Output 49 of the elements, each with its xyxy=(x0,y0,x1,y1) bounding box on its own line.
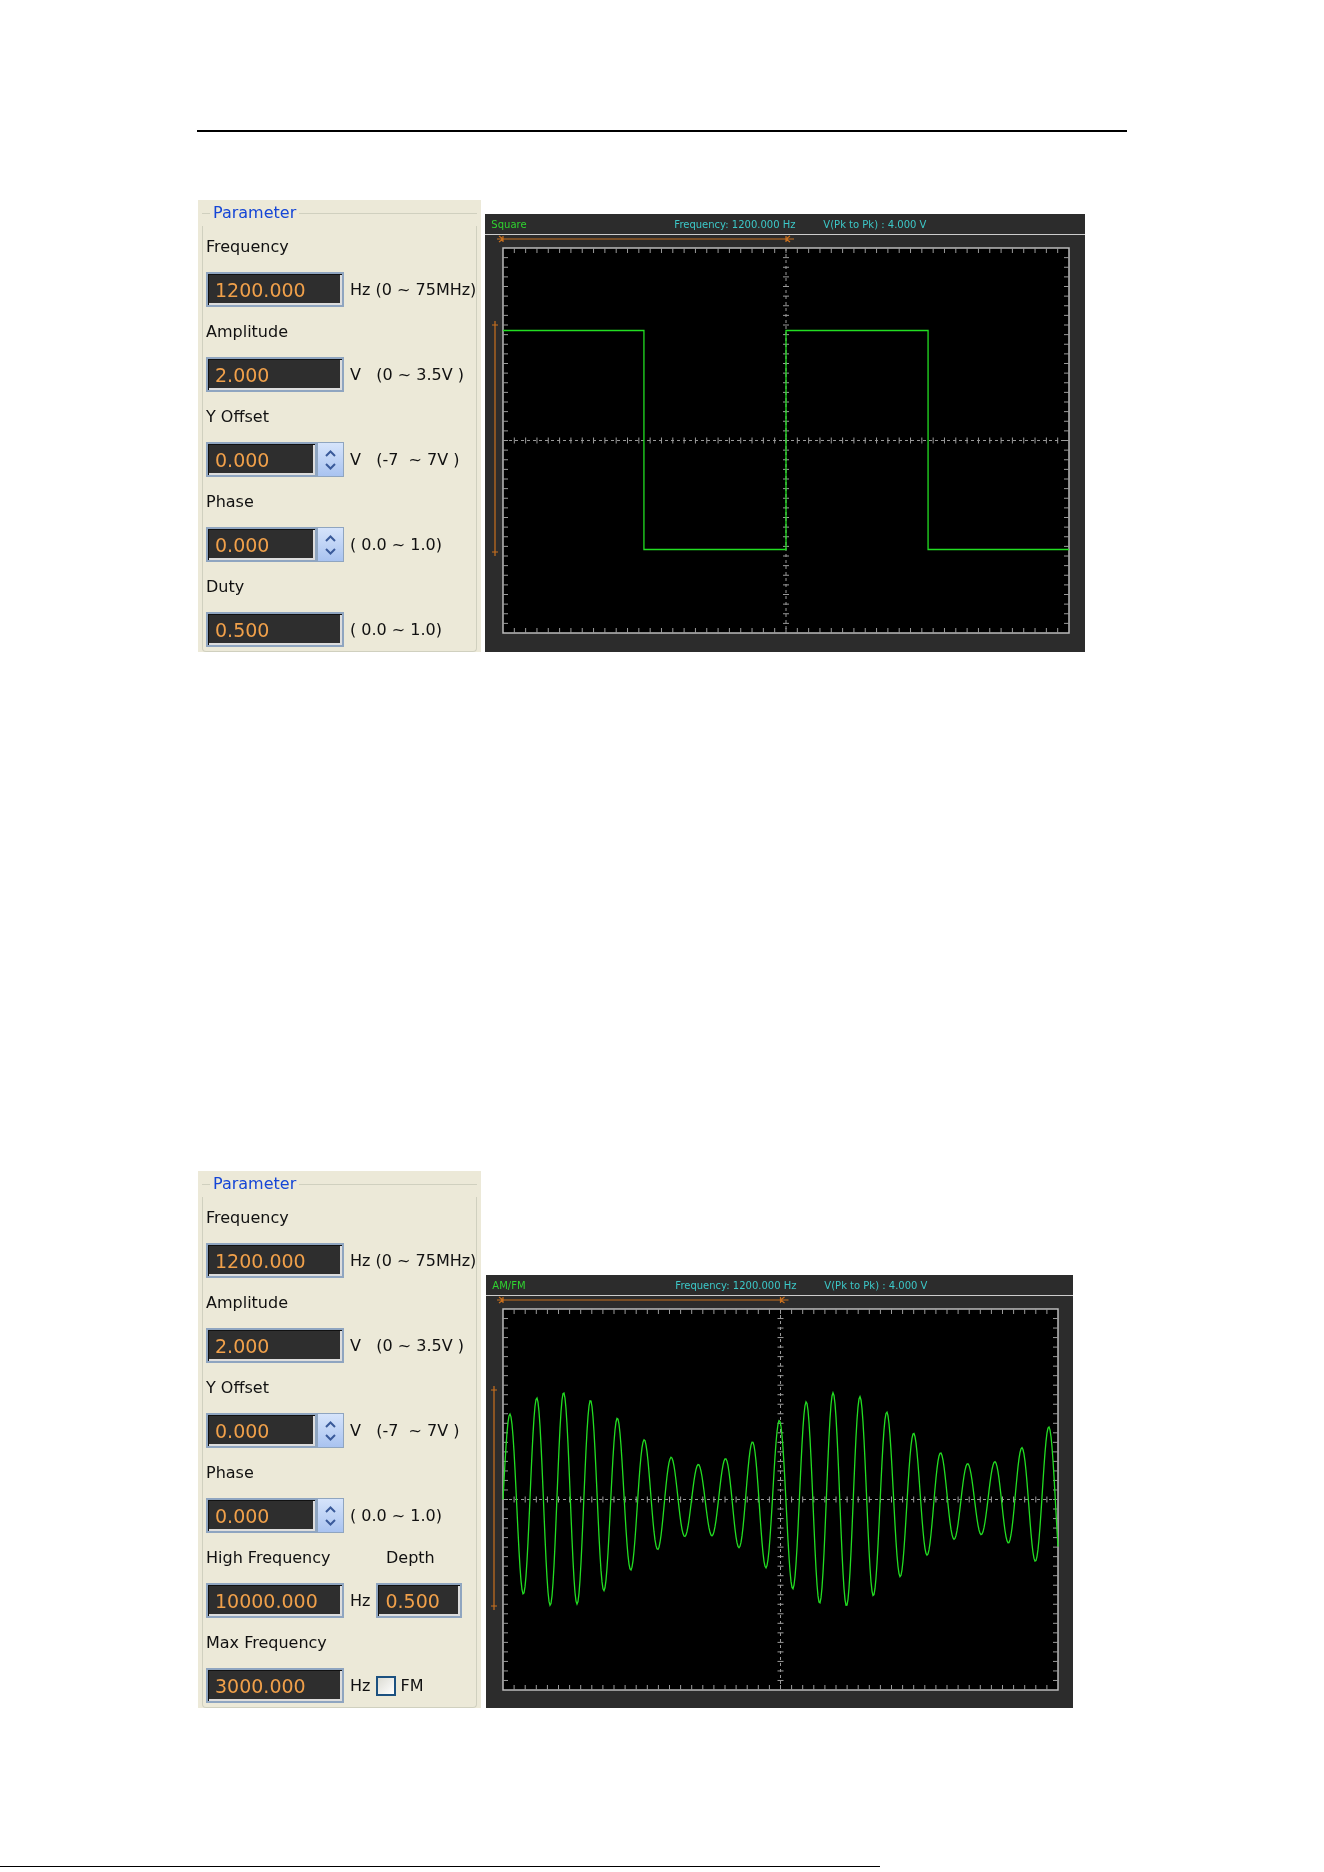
waveform-name: Square xyxy=(491,217,528,232)
field-label: Phase xyxy=(206,1462,254,1485)
unit-label: ( 0.0 ~ 1.0) xyxy=(350,618,443,641)
value-field[interactable]: 0.500 xyxy=(206,612,344,648)
amplitude-readout: V(Pk to Pk) : 4.000 V xyxy=(824,1278,928,1293)
field-label: Duty xyxy=(206,576,245,599)
unit-label: Hz xyxy=(350,1589,371,1612)
value-field[interactable]: 3000.000 xyxy=(206,1668,344,1704)
value-field[interactable]: 0.500 xyxy=(376,1583,463,1619)
unit-label: Hz (0 ~ 75MHz) xyxy=(350,278,477,301)
value-field[interactable]: 0.000 xyxy=(206,442,317,478)
unit-label: Hz (0 ~ 75MHz) xyxy=(350,1249,477,1272)
group-title: Parameter xyxy=(212,202,298,224)
value-field[interactable]: 0.000 xyxy=(206,527,317,563)
spin-button[interactable] xyxy=(317,1498,344,1534)
amplitude-readout: V(Pk to Pk) : 4.000 V xyxy=(823,217,927,232)
group-title: Parameter xyxy=(212,1173,298,1195)
value-field[interactable]: 10000.000 xyxy=(206,1583,344,1619)
unit-label: V (-7 ~ 7V ) xyxy=(350,448,460,471)
spin-button[interactable] xyxy=(317,442,344,478)
spin-button[interactable] xyxy=(317,527,344,563)
field-label: Y Offset xyxy=(206,406,269,429)
frequency-readout: Frequency: 1200.000 Hz xyxy=(674,217,797,232)
waveform-name: AM/FM xyxy=(492,1278,527,1293)
frequency-readout: Frequency: 1200.000 Hz xyxy=(675,1278,798,1293)
value-field[interactable]: 1200.000 xyxy=(206,1243,344,1279)
value-field[interactable]: 1200.000 xyxy=(206,272,344,308)
value-field[interactable]: 2.000 xyxy=(206,357,344,393)
unit-label: V (0 ~ 3.5V ) xyxy=(350,363,464,386)
checkbox-label: FM xyxy=(400,1674,424,1697)
unit-label: V (0 ~ 3.5V ) xyxy=(350,1334,464,1357)
checkbox[interactable] xyxy=(376,1675,397,1696)
field-label: Amplitude xyxy=(206,321,288,344)
spin-button[interactable] xyxy=(317,1413,344,1449)
field-label: Max Frequency xyxy=(206,1632,327,1655)
field-label: High Frequency xyxy=(206,1547,332,1570)
field-label: Frequency xyxy=(206,1207,289,1230)
unit-label: ( 0.0 ~ 1.0) xyxy=(350,1504,443,1527)
field-label: Depth xyxy=(386,1547,435,1570)
value-field[interactable]: 2.000 xyxy=(206,1328,344,1364)
value-field[interactable]: 0.000 xyxy=(206,1498,317,1534)
unit-label: Hz xyxy=(350,1674,371,1697)
field-label: Frequency xyxy=(206,236,289,259)
unit-label: ( 0.0 ~ 1.0) xyxy=(350,533,443,556)
field-label: Phase xyxy=(206,491,254,514)
field-label: Y Offset xyxy=(206,1377,269,1400)
value-field[interactable]: 0.000 xyxy=(206,1413,317,1449)
unit-label: V (-7 ~ 7V ) xyxy=(350,1419,460,1442)
field-label: Amplitude xyxy=(206,1292,288,1315)
